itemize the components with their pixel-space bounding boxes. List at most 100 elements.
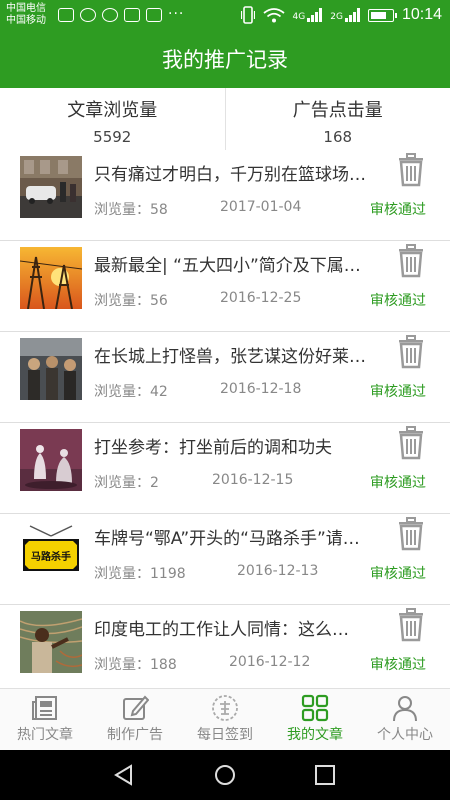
views-label: 浏览量：	[94, 384, 150, 400]
trash-icon[interactable]	[396, 426, 426, 460]
ad-clicks-value: 168	[323, 128, 353, 146]
article-item[interactable]: 印度电工的工作让人同情：这么… 浏览量：188 2016-12-12 审核通过	[0, 605, 450, 688]
tab-personal-center[interactable]: 个人中心	[360, 689, 450, 750]
views-count: 56	[150, 293, 168, 309]
trash-icon[interactable]	[396, 517, 426, 551]
article-views-value: 5592	[93, 128, 132, 146]
views-count: 188	[150, 657, 177, 673]
trash-icon[interactable]	[396, 608, 426, 642]
ad-clicks-label: 广告点击量	[292, 100, 383, 121]
wifi-icon	[262, 8, 285, 23]
article-title[interactable]: 印度电工的工作让人同情：这么…	[94, 615, 379, 640]
tab-label: 我的文章	[287, 727, 343, 743]
article-date: 2016-12-15	[212, 472, 294, 488]
thumb-sign-text: 马路杀手	[31, 550, 71, 563]
battery-icon	[367, 8, 397, 22]
article-views: 浏览量：1198	[94, 563, 186, 583]
article-date: 2016-12-18	[220, 381, 302, 397]
article-item[interactable]: 马路杀手 车牌号“鄂A”开头的“马路杀手”请… 浏览量：1198 2016-12…	[0, 514, 450, 605]
views-count: 58	[150, 202, 168, 218]
article-date: 2016-12-13	[237, 563, 319, 579]
bottom-nav: 热门文章 制作广告 每日签到 我的文章 个人中心	[0, 688, 450, 750]
edit-icon	[123, 695, 149, 720]
article-item[interactable]: 在长城上打怪兽，张艺谋这份好莱坞… 浏览量：42 2016-12-18 审核通过	[0, 332, 450, 423]
image-icon	[124, 8, 140, 22]
back-icon[interactable]	[113, 764, 135, 786]
wechat-icon	[102, 8, 118, 22]
article-item[interactable]: 只有痛过才明白，千万别在篮球场… 浏览量：58 2017-01-04 审核通过	[0, 150, 450, 241]
system-nav-bar	[0, 750, 450, 800]
views-label: 浏览量：	[94, 293, 150, 309]
status-indicators: 4G 2G 10:14	[240, 6, 442, 24]
network-type-4g: 4G	[292, 12, 306, 22]
carrier-1: 中国电信	[6, 3, 46, 14]
recents-icon[interactable]	[314, 764, 336, 786]
article-thumbnail	[20, 338, 82, 400]
article-views-label: 文章浏览量	[67, 100, 158, 121]
article-title[interactable]: 车牌号“鄂A”开头的“马路杀手”请…	[94, 524, 379, 549]
signal-icon-1	[307, 8, 323, 22]
article-title[interactable]: 只有痛过才明白，千万别在篮球场…	[94, 160, 379, 185]
article-thumbnail	[20, 247, 82, 309]
vibrate-icon	[240, 6, 255, 24]
tab-label: 制作广告	[107, 727, 163, 743]
views-label: 浏览量：	[94, 475, 150, 491]
ad-clicks-stat: 广告点击量 168	[224, 88, 450, 150]
person-icon	[393, 696, 417, 722]
article-item[interactable]: 最新最全| “五大四小”简介及下属… 浏览量：56 2016-12-25 审核通…	[0, 241, 450, 332]
article-views: 浏览量：56	[94, 290, 168, 310]
page-title: 我的推广记录	[0, 32, 450, 88]
article-title[interactable]: 最新最全| “五大四小”简介及下属…	[94, 251, 379, 276]
tab-make-ad[interactable]: 制作广告	[90, 689, 180, 750]
article-thumbnail	[20, 156, 82, 218]
article-thumbnail: 马路杀手	[20, 520, 82, 582]
grid-icon	[301, 694, 329, 722]
article-title[interactable]: 打坐参考：打坐前后的调和功夫	[94, 433, 379, 458]
views-count: 2	[150, 475, 159, 491]
status-badge: 审核通过	[370, 657, 426, 673]
trash-icon[interactable]	[396, 244, 426, 278]
views-count: 42	[150, 384, 168, 400]
tab-label: 个人中心	[377, 727, 433, 743]
message-icon	[80, 8, 96, 22]
status-badge: 审核通过	[370, 202, 426, 218]
status-badge: 审核通过	[370, 384, 426, 400]
signal-icon-2	[344, 8, 360, 22]
article-title[interactable]: 在长城上打怪兽，张艺谋这份好莱坞…	[94, 342, 379, 367]
article-views: 浏览量：2	[94, 472, 159, 492]
trash-icon[interactable]	[396, 335, 426, 369]
network-type-2g: 2G	[330, 12, 343, 22]
article-date: 2016-12-12	[229, 654, 311, 670]
more-notifications-icon: ···	[168, 6, 185, 22]
tab-label: 每日签到	[197, 727, 253, 743]
article-thumbnail	[20, 611, 82, 673]
carrier-2: 中国移动	[6, 15, 46, 26]
app-notification-icon	[58, 8, 74, 22]
tab-hot-articles[interactable]: 热门文章	[0, 689, 90, 750]
views-count: 1198	[150, 566, 186, 582]
newspaper-icon	[32, 696, 57, 720]
clock: 10:14	[401, 6, 442, 23]
article-views: 浏览量：58	[94, 199, 168, 219]
article-date: 2017-01-04	[220, 199, 302, 215]
article-list[interactable]: 只有痛过才明白，千万别在篮球场… 浏览量：58 2017-01-04 审核通过 …	[0, 150, 450, 688]
home-icon[interactable]	[214, 764, 236, 786]
status-bar: 中国电信 中国移动 ··· 4G 2G 10:14	[0, 0, 450, 32]
article-views: 浏览量：188	[94, 654, 177, 674]
tab-label: 热门文章	[17, 727, 73, 743]
article-item[interactable]: 打坐参考：打坐前后的调和功夫 浏览量：2 2016-12-15 审核通过	[0, 423, 450, 514]
views-label: 浏览量：	[94, 657, 150, 673]
article-views: 浏览量：42	[94, 381, 168, 401]
article-date: 2016-12-25	[220, 290, 302, 306]
article-thumbnail	[20, 429, 82, 491]
views-label: 浏览量：	[94, 202, 150, 218]
carrier-info: 中国电信 中国移动	[6, 3, 46, 27]
sign-in-icon	[212, 695, 238, 721]
stats-summary: 文章浏览量 5592 广告点击量 168	[0, 88, 450, 150]
views-label: 浏览量：	[94, 566, 150, 582]
tab-daily-checkin[interactable]: 每日签到	[180, 689, 270, 750]
trash-icon[interactable]	[396, 153, 426, 187]
article-views-stat: 文章浏览量 5592	[0, 88, 225, 150]
status-badge: 审核通过	[370, 566, 426, 582]
tab-my-articles[interactable]: 我的文章	[270, 689, 360, 750]
